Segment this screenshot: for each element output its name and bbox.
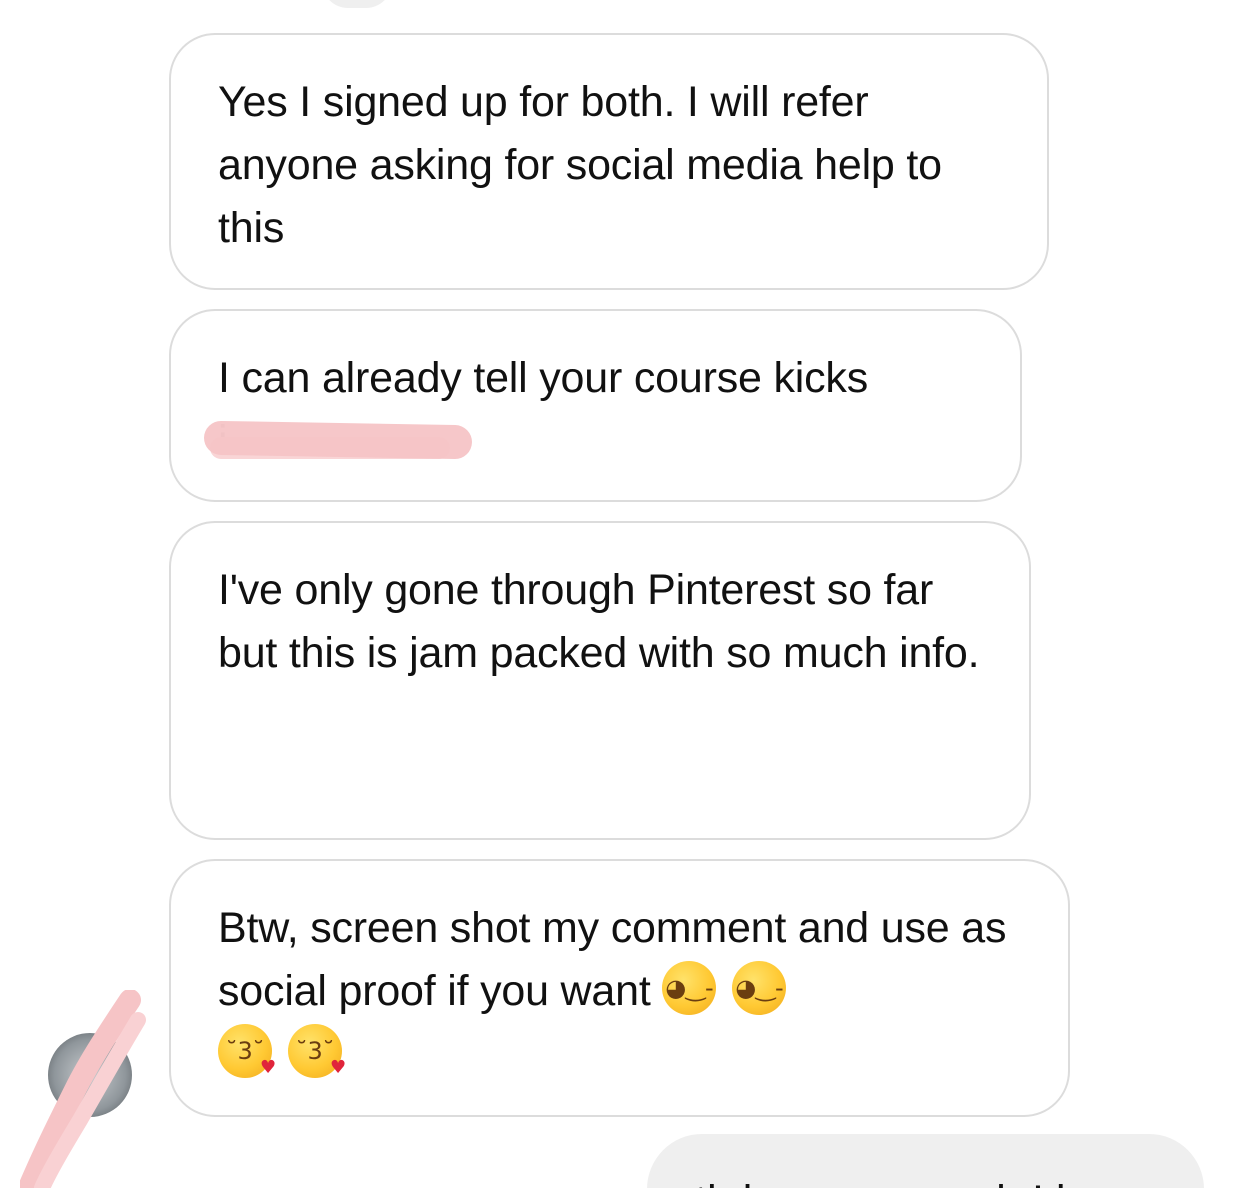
face-blowing-a-kiss-icon: ˘3˘ ♥	[218, 1024, 276, 1078]
message-text: Yes I signed up for both. I will refer a…	[218, 78, 942, 252]
previous-message-fragment	[322, 0, 392, 8]
winking-face-icon: ◕‿-	[662, 961, 717, 1015]
message-text: Btw, screen shot my comment and use as s…	[218, 904, 1007, 1015]
redaction-mark	[203, 420, 473, 460]
outgoing-message-bubble[interactable]: th k you so much I ha	[647, 1134, 1204, 1188]
message-bubble-1[interactable]: Yes I signed up for both. I will refer a…	[169, 33, 1049, 290]
message-text: I've only gone through Pinterest so far …	[218, 566, 980, 677]
outgoing-message-text: th k you so much I ha	[695, 1176, 1104, 1188]
sender-avatar[interactable]	[48, 1033, 132, 1117]
winking-face-icon: ◕‿-	[732, 961, 787, 1015]
message-text: I can already tell your course kicks	[218, 354, 869, 402]
message-bubble-4[interactable]: Btw, screen shot my comment and use as s…	[169, 859, 1070, 1117]
message-bubble-3[interactable]: I've only gone through Pinterest so far …	[169, 521, 1031, 840]
message-bubble-2[interactable]: I can already tell your course kicks i	[169, 309, 1022, 502]
face-blowing-a-kiss-icon: ˘3˘ ♥	[288, 1024, 346, 1078]
